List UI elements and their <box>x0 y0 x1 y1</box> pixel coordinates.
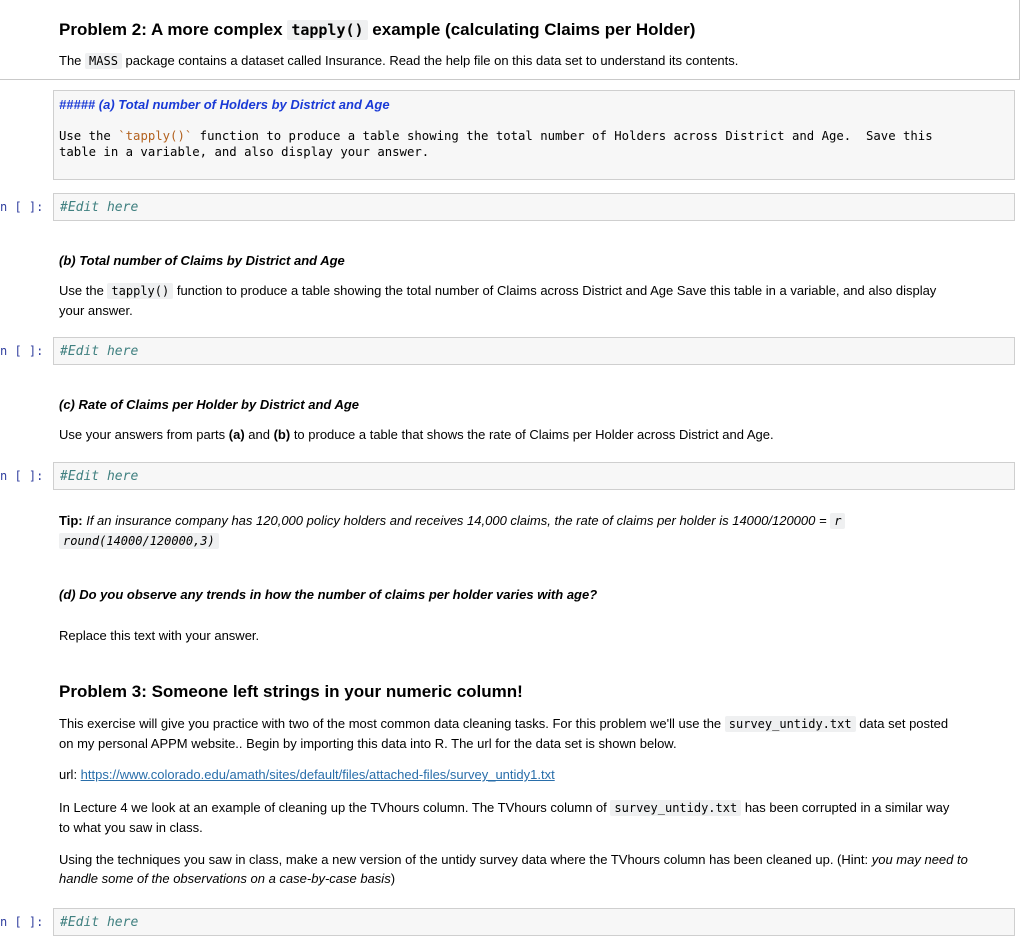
code-cell-2[interactable]: #Edit here <box>53 337 1015 365</box>
problem3-url-line: url: https://www.colorado.edu/amath/site… <box>59 767 555 782</box>
part-c-text: Use your answers from parts (a) and (b) … <box>59 427 774 442</box>
dataset-url-link[interactable]: https://www.colorado.edu/amath/sites/def… <box>81 767 555 782</box>
problem3-paragraph-2: In Lecture 4 we look at an example of cl… <box>59 800 950 835</box>
part-a-heading: ##### (a) Total number of Holders by Dis… <box>59 97 390 112</box>
problem2-title: Problem 2: A more complex tapply() examp… <box>59 20 696 40</box>
cell-prompt: n [ ]: <box>0 469 44 483</box>
code-cell-4[interactable]: #Edit here <box>53 908 1015 936</box>
code-comment: #Edit here <box>60 344 139 359</box>
part-b-text: Use the tapply() function to produce a t… <box>59 283 937 318</box>
part-b-heading: (b) Total number of Claims by District a… <box>59 253 345 268</box>
problem3-paragraph-3: Using the techniques you saw in class, m… <box>59 852 968 886</box>
code-comment: #Edit here <box>60 469 139 484</box>
code-cell-3[interactable]: #Edit here <box>53 462 1015 490</box>
code-cell-1[interactable]: #Edit here <box>53 193 1015 221</box>
part-a-markdown-cell[interactable]: ##### (a) Total number of Holders by Dis… <box>53 90 1015 180</box>
problem3-title: Problem 3: Someone left strings in your … <box>59 682 523 701</box>
part-c-heading: (c) Rate of Claims per Holder by Distric… <box>59 397 360 412</box>
cell-prompt: n [ ]: <box>0 344 44 358</box>
tip-text: Tip: If an insurance company has 120,000… <box>59 511 1009 551</box>
part-d-answer: Replace this text with your answer. <box>59 628 260 643</box>
cell-prompt: n [ ]: <box>0 915 44 929</box>
code-comment: #Edit here <box>60 200 139 215</box>
problem3-paragraph-1: This exercise will give you practice wit… <box>59 716 949 751</box>
cell-prompt: n [ ]: <box>0 200 44 214</box>
part-a-text: Use the `tapply()` function to produce a… <box>59 129 933 159</box>
part-d-heading: (d) Do you observe any trends in how the… <box>59 587 598 602</box>
problem2-intro: The MASS package contains a dataset call… <box>59 53 739 69</box>
code-comment: #Edit here <box>60 915 139 930</box>
